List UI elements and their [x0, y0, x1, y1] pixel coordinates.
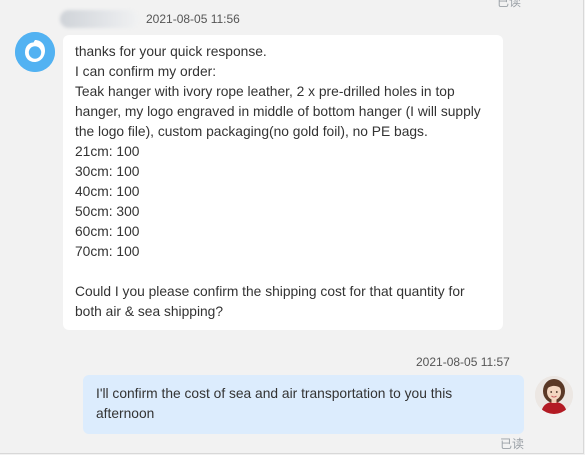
- outgoing-timestamp: 2021-08-05 11:57: [416, 355, 510, 369]
- read-status-previous: 已读: [496, 0, 521, 9]
- message-line: thanks for your quick response.: [75, 44, 267, 59]
- message-line: I can confirm my order:: [75, 64, 217, 79]
- water-drop-avatar-icon[interactable]: [15, 32, 55, 72]
- message-line: 30cm: 100: [75, 164, 140, 179]
- message-line: Teak hanger with ivory rope leather, 2 x…: [75, 84, 455, 99]
- incoming-message-bubble[interactable]: thanks for your quick response. I can con…: [63, 35, 503, 330]
- message-line: Could I you please confirm the shipping …: [75, 284, 465, 299]
- incoming-timestamp: 2021-08-05 11:56: [146, 12, 240, 26]
- read-status: 已读: [500, 437, 525, 451]
- message-line: 70cm: 100: [75, 244, 140, 259]
- user-photo-avatar[interactable]: [535, 376, 573, 414]
- outgoing-message-bubble[interactable]: I'll confirm the cost of sea and air tra…: [83, 375, 524, 434]
- message-line: hanger, my logo engraved in middle of bo…: [75, 104, 481, 119]
- chat-window: 已读 2021-08-05 11:56 thanks for your quic…: [0, 0, 584, 454]
- message-line: afternoon: [96, 406, 155, 421]
- message-line: the logo file), custom packaging(no gold…: [75, 124, 428, 139]
- message-line: 50cm: 300: [75, 204, 140, 219]
- sender-name-blurred: [60, 10, 138, 28]
- message-line: 40cm: 100: [75, 184, 140, 199]
- message-line: both air & sea shipping?: [75, 304, 224, 319]
- message-line: I'll confirm the cost of sea and air tra…: [96, 386, 453, 401]
- message-line: 21cm: 100: [75, 144, 140, 159]
- message-line: 60cm: 100: [75, 224, 140, 239]
